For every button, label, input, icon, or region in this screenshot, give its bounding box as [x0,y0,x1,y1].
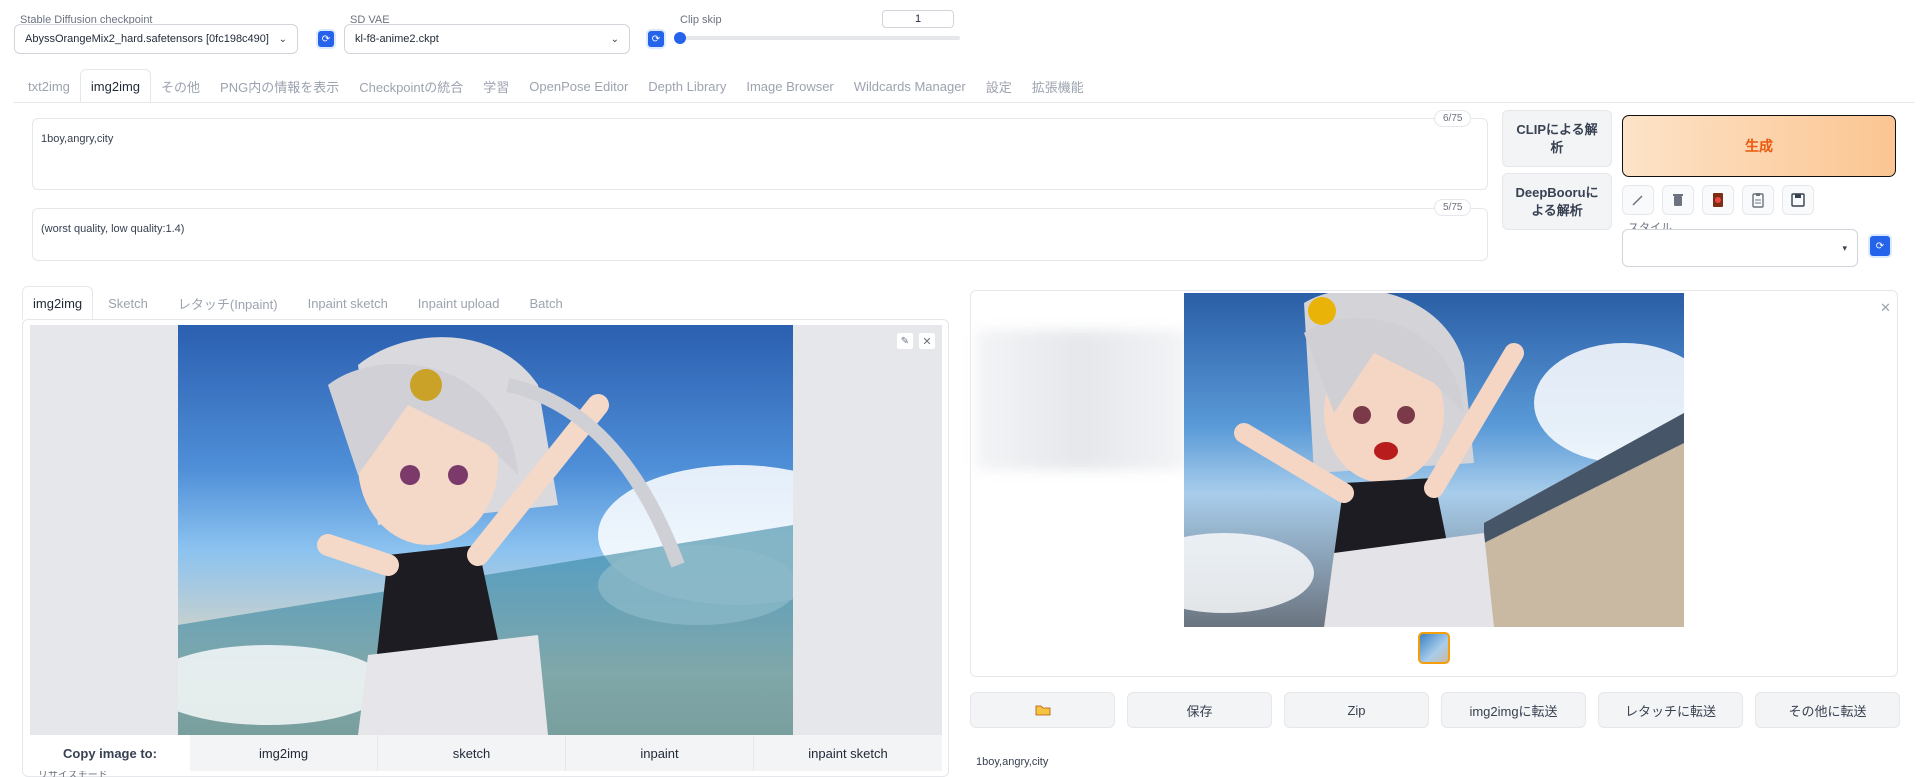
output-generation-info: 1boy,angry,city [976,756,1049,768]
close-icon[interactable]: ✕ [1880,300,1891,316]
subtab-sketch[interactable]: Sketch [93,286,163,320]
clip-skip-label: Clip skip [680,14,722,26]
send-to-extras-button[interactable]: その他に転送 [1755,692,1900,728]
chevron-down-icon: ⌄ [610,33,619,45]
img2img-sub-tabs: img2img Sketch レタッチ(Inpaint) Inpaint ske… [22,286,578,320]
tab-checkpoint-merger[interactable]: Checkpointの統合 [349,69,473,103]
copy-to-sketch-button[interactable]: sketch [378,735,566,771]
resize-mode-label: リサイズモード [38,771,108,777]
prompt-input[interactable]: 1boy,angry,city [32,118,1488,190]
pencil-icon[interactable] [1622,185,1654,215]
subtab-inpaint-sketch[interactable]: Inpaint sketch [293,286,403,320]
output-buttons-row: 保存 Zip img2imgに転送 レタッチに転送 その他に転送 [970,692,1900,728]
chevron-down-icon: ⌄ [278,33,287,45]
save-icon[interactable] [1782,185,1814,215]
main-tabs: txt2img img2img その他 PNG内の情報を表示 Checkpoin… [18,69,1094,103]
generate-button[interactable]: 生成 [1622,115,1896,177]
trash-icon[interactable] [1662,185,1694,215]
tab-train[interactable]: 学習 [473,69,519,103]
subtab-batch[interactable]: Batch [514,286,577,320]
vae-value: kl-f8-anime2.ckpt [355,33,439,45]
clipboard-icon[interactable] [1742,185,1774,215]
input-image[interactable] [178,325,793,735]
zip-button[interactable]: Zip [1284,692,1429,728]
copy-to-inpaint-button[interactable]: inpaint [566,735,754,771]
tab-extensions[interactable]: 拡張機能 [1022,69,1094,103]
send-to-img2img-button[interactable]: img2imgに転送 [1441,692,1586,728]
style-select[interactable]: ▾ [1622,229,1858,267]
tab-openpose-editor[interactable]: OpenPose Editor [519,69,638,103]
subtab-img2img[interactable]: img2img [22,286,94,320]
tab-depth-library[interactable]: Depth Library [638,69,736,103]
subtab-inpaint-upload[interactable]: Inpaint upload [403,286,515,320]
checkpoint-select[interactable]: AbyssOrangeMix2_hard.safetensors [0fc198… [14,24,298,54]
output-image[interactable] [1184,293,1684,627]
red-card-icon[interactable] [1702,185,1734,215]
negative-prompt-input[interactable]: (worst quality, low quality:1.4) [32,208,1488,261]
folder-icon [1035,705,1050,716]
clip-skip-slider-track[interactable] [678,36,960,40]
negative-token-counter: 5/75 [1434,199,1472,216]
negative-prompt-text: (worst quality, low quality:1.4) [41,223,185,235]
gallery-thumbnail[interactable] [1418,632,1450,664]
prompt-token-counter: 6/75 [1434,110,1472,127]
checkpoint-value: AbyssOrangeMix2_hard.safetensors [0fc198… [25,33,269,45]
save-button[interactable]: 保存 [1127,692,1272,728]
clip-interrogate-button[interactable]: CLIPによる解析 [1502,110,1612,167]
tab-png-info[interactable]: PNG内の情報を表示 [210,69,349,103]
refresh-icon[interactable]: ⟳ [648,31,664,47]
copy-to-inpaint-sketch-button[interactable]: inpaint sketch [754,735,942,771]
tab-extras[interactable]: その他 [151,69,210,103]
tab-txt2img[interactable]: txt2img [18,69,80,103]
tab-settings[interactable]: 設定 [976,69,1022,103]
copy-to-img2img-button[interactable]: img2img [190,735,378,771]
tab-divider [14,102,1914,103]
edit-icon[interactable]: ✎ [896,332,914,350]
tab-img2img[interactable]: img2img [79,69,152,103]
copy-image-row: Copy image to: img2img sketch inpaint in… [30,735,942,771]
vae-select[interactable]: kl-f8-anime2.ckpt ⌄ [344,24,630,54]
blurred-preview [976,330,1186,470]
refresh-icon[interactable]: ⟳ [1870,236,1890,256]
prompt-text: 1boy,angry,city [41,133,114,145]
send-to-inpaint-button[interactable]: レタッチに転送 [1598,692,1743,728]
copy-image-label: Copy image to: [30,735,190,771]
clip-skip-slider-thumb[interactable] [674,32,686,44]
open-folder-button[interactable] [970,692,1115,728]
subtab-inpaint[interactable]: レタッチ(Inpaint) [163,286,293,320]
deepbooru-button[interactable]: DeepBooruによる解析 [1502,173,1612,230]
tab-wildcards-manager[interactable]: Wildcards Manager [844,69,976,103]
tab-image-browser[interactable]: Image Browser [736,69,843,103]
chevron-down-icon: ▾ [1842,242,1847,253]
close-icon[interactable]: ✕ [918,332,936,350]
clip-skip-input[interactable]: 1 [882,10,954,28]
refresh-icon[interactable]: ⟳ [318,31,334,47]
